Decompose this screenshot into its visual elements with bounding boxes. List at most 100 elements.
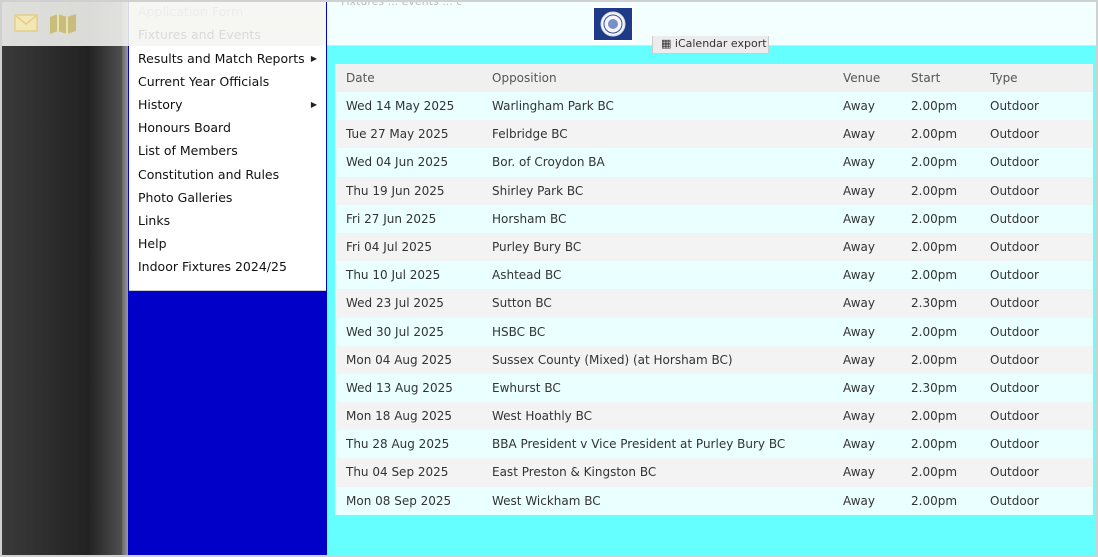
- menu-item[interactable]: Photo Galleries: [138, 187, 323, 209]
- type-cell: Outdoor: [990, 465, 1039, 480]
- type-cell: Outdoor: [990, 127, 1039, 142]
- type-cell: Outdoor: [990, 352, 1039, 367]
- type-cell: Outdoor: [990, 493, 1039, 508]
- opposition-cell: HSBC BC: [492, 324, 546, 339]
- table-row[interactable]: Wed 23 Jul 2025 Sutton BC Away 2.30pm Outdoo…: [335, 289, 1093, 318]
- envelope-icon[interactable]: [14, 14, 38, 36]
- table-header-row: Date Opposition Venue Start Type: [335, 64, 1093, 92]
- table-row[interactable]: Fri 27 Jun 2025 Horsham BC Away 2.00pm Outdo…: [335, 204, 1093, 233]
- table-body: Wed 14 May 2025 Warlingham Park BC Away 2.0…: [335, 92, 1093, 515]
- table-row[interactable]: Wed 14 May 2025 Warlingham Park BC Away 2.0…: [335, 92, 1093, 121]
- opposition-cell: Sussex County (Mixed) (at Horsham BC): [492, 352, 733, 367]
- menu-item[interactable]: Links: [138, 210, 323, 232]
- start-cell: 2.00pm: [911, 493, 958, 508]
- date-cell: Mon 04 Aug 2025: [346, 352, 452, 367]
- menu-item[interactable]: Indoor Fixtures 2024/25: [138, 256, 323, 278]
- header-faded-text: Fixtures ... events ... c: [341, 0, 463, 8]
- menu-item-label: Honours Board: [138, 120, 231, 135]
- table-row[interactable]: Thu 04 Sep 2025 East Preston & Kingston B…: [335, 458, 1093, 487]
- type-cell: Outdoor: [990, 409, 1039, 424]
- type-cell: Outdoor: [990, 239, 1039, 254]
- browser-viewport: Application FormFixtures and EventsResul…: [0, 0, 1098, 557]
- table-row[interactable]: Mon 18 Aug 2025 West Hoathly BC Away 2.00pm…: [335, 402, 1093, 431]
- column-header-venue[interactable]: Venue: [843, 64, 880, 92]
- menu-item[interactable]: Honours Board: [138, 117, 323, 139]
- start-cell: 2.00pm: [911, 127, 958, 142]
- start-cell: 2.00pm: [911, 155, 958, 170]
- menu-item[interactable]: Current Year Officials: [138, 71, 323, 93]
- table-row[interactable]: Fri 04 Jul 2025 Purley Bury BC Away 2.00pm O…: [335, 232, 1093, 262]
- type-cell: Outdoor: [990, 324, 1039, 339]
- date-cell: Wed 13 Aug 2025: [346, 380, 453, 395]
- venue-cell: Away: [843, 465, 875, 480]
- column-header-start[interactable]: Start: [911, 64, 940, 92]
- venue-cell: Away: [843, 409, 875, 424]
- table-row[interactable]: Mon 08 Sep 2025 West Wickham BC Away 2.00pm…: [335, 486, 1093, 515]
- start-cell: 2.00pm: [911, 183, 958, 198]
- venue-cell: Away: [843, 155, 875, 170]
- start-cell: 2.30pm: [911, 380, 958, 395]
- date-cell: Thu 10 Jul 2025: [346, 268, 441, 283]
- date-cell: Tue 27 May 2025: [346, 127, 449, 142]
- left-dark-strip: [2, 2, 126, 555]
- table-row[interactable]: Thu 19 Jun 2025 Shirley Park BC Away 2.00pm…: [335, 176, 1093, 205]
- start-cell: 2.00pm: [911, 99, 958, 113]
- opposition-cell: Shirley Park BC: [492, 183, 584, 198]
- type-cell: Outdoor: [990, 183, 1039, 198]
- start-cell: 2.00pm: [911, 324, 958, 339]
- date-cell: Fri 04 Jul 2025: [346, 239, 433, 254]
- opposition-cell: West Hoathly BC: [492, 409, 592, 424]
- start-cell: 2.00pm: [911, 211, 958, 226]
- start-cell: 2.30pm: [911, 296, 958, 311]
- opposition-cell: BBA President v Vice President at Purley…: [492, 437, 786, 452]
- opposition-cell: Ewhurst BC: [492, 380, 561, 395]
- opposition-cell: Ashtead BC: [492, 268, 562, 283]
- menu-item[interactable]: Results and Match Reports ▶: [138, 48, 323, 70]
- start-cell: 2.00pm: [911, 465, 958, 480]
- icalendar-export-button[interactable]: ▦ iCalendar export: [652, 36, 769, 54]
- venue-cell: Away: [843, 211, 875, 226]
- column-header-opposition[interactable]: Opposition: [492, 64, 557, 92]
- menu-item[interactable]: History ▶: [138, 94, 323, 116]
- start-cell: 2.00pm: [911, 437, 958, 452]
- map-icon[interactable]: [49, 14, 77, 38]
- venue-cell: Away: [843, 380, 875, 395]
- venue-cell: Away: [843, 352, 875, 367]
- menu-item[interactable]: Help: [138, 233, 323, 255]
- date-cell: Wed 04 Jun 2025: [346, 155, 449, 170]
- venue-cell: Away: [843, 296, 875, 311]
- table-row[interactable]: Wed 04 Jun 2025 Bor. of Croydon BA Away 2.0…: [335, 148, 1093, 177]
- date-cell: Mon 18 Aug 2025: [346, 409, 452, 424]
- column-header-date[interactable]: Date: [346, 64, 375, 92]
- venue-cell: Away: [843, 324, 875, 339]
- type-cell: Outdoor: [990, 268, 1039, 283]
- table-row[interactable]: Wed 13 Aug 2025 Ewhurst BC Away 2.30pm Outdo…: [335, 373, 1093, 403]
- menu-item-label: Current Year Officials: [138, 73, 270, 89]
- venue-cell: Away: [843, 127, 875, 142]
- table-row[interactable]: Mon 04 Aug 2025 Sussex County (Mixed) (at…: [335, 345, 1093, 374]
- date-cell: Wed 30 Jul 2025: [346, 324, 444, 339]
- venue-cell: Away: [843, 239, 875, 254]
- fixtures-table: Date Opposition Venue Start Type Wed 14 …: [335, 64, 1093, 515]
- opposition-cell: Sutton BC: [492, 296, 552, 311]
- start-cell: 2.00pm: [911, 239, 958, 254]
- menu-item[interactable]: List of Members: [138, 140, 323, 162]
- opposition-cell: West Wickham BC: [492, 493, 601, 508]
- submenu-arrow-icon: ▶: [310, 99, 317, 109]
- club-crest-icon[interactable]: [592, 6, 634, 42]
- column-header-type[interactable]: Type: [990, 64, 1018, 92]
- venue-cell: Away: [843, 99, 875, 113]
- menu-item[interactable]: Constitution and Rules: [138, 164, 323, 186]
- venue-cell: Away: [843, 437, 875, 452]
- opposition-cell: East Preston & Kingston BC: [492, 465, 657, 480]
- menu-item-label: Links: [138, 212, 171, 228]
- table-row[interactable]: Wed 30 Jul 2025 HSBC BC Away 2.00pm Outdoor: [335, 317, 1093, 346]
- table-row[interactable]: Thu 10 Jul 2025 Ashtead BC Away 2.00pm Outdo…: [335, 261, 1093, 290]
- type-cell: Outdoor: [990, 296, 1039, 311]
- menu-item-label: Indoor Fixtures 2024/25: [138, 259, 287, 274]
- menu-item-label: Results and Match Reports: [138, 50, 305, 66]
- table-row[interactable]: Thu 28 Aug 2025 BBA President v Vice Pres…: [335, 430, 1093, 459]
- menu-item-label: Help: [138, 236, 167, 251]
- table-row[interactable]: Tue 27 May 2025 Felbridge BC Away 2.00pm Out…: [335, 120, 1093, 149]
- opposition-cell: Felbridge BC: [492, 127, 568, 142]
